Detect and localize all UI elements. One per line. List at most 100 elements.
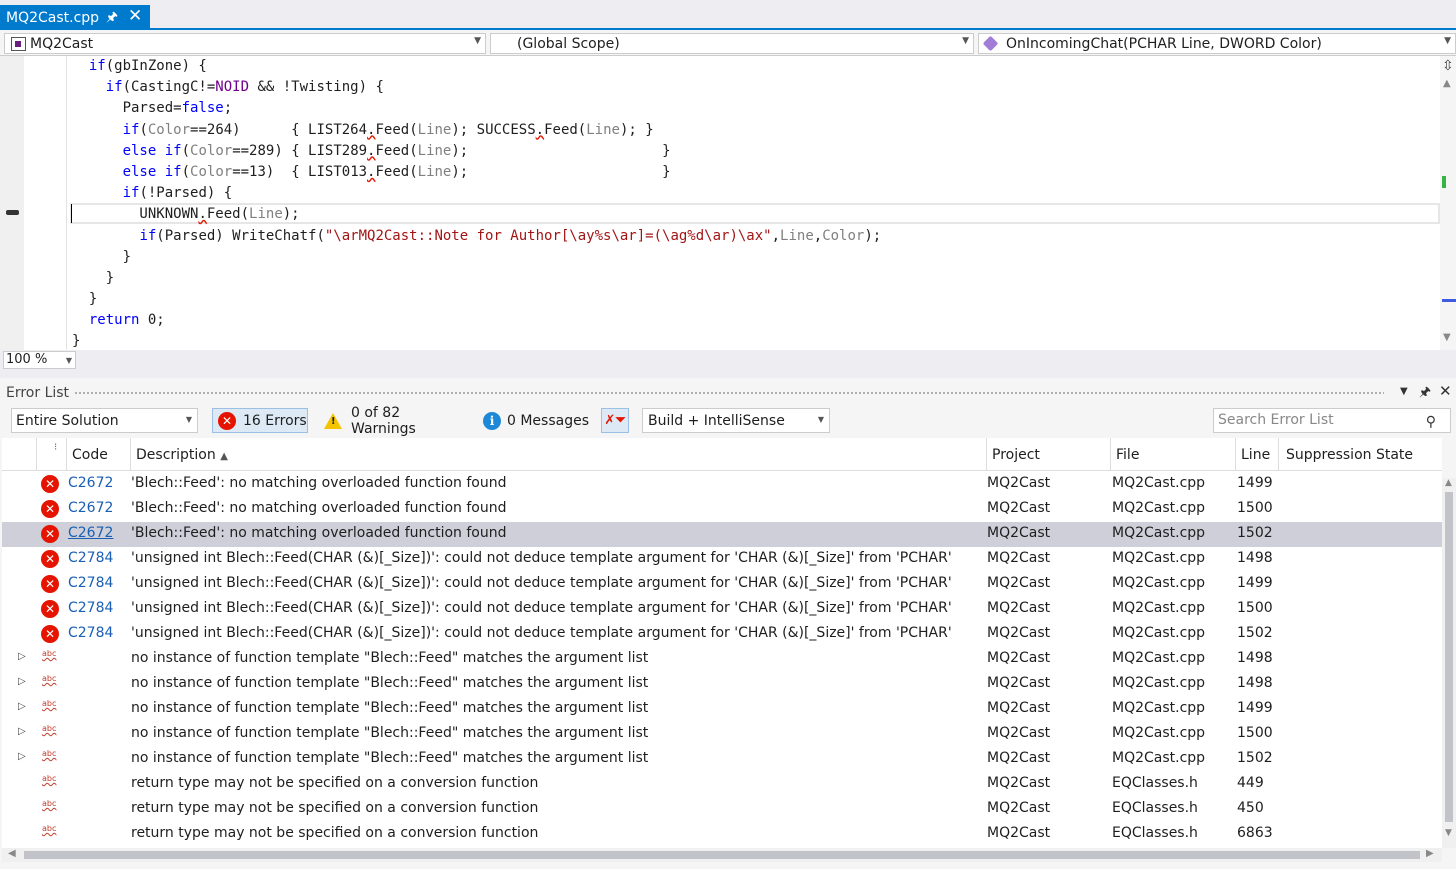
code-token: . — [535, 121, 545, 138]
build-filter-dropdown[interactable]: Build + IntelliSense ▼ — [642, 408, 830, 433]
error-description: return type may not be specified on a co… — [131, 825, 539, 841]
error-code-link[interactable]: C2784 — [68, 550, 113, 566]
column-chooser-icon[interactable]: ⁝ — [54, 442, 57, 453]
code-text[interactable]: if(gbInZone) { if (CastingC!=NOID && !Twi… — [72, 56, 881, 353]
table-row[interactable]: ✕ C2784 'unsigned int Blech::Feed(CHAR (&)… — [2, 547, 1442, 572]
table-row[interactable]: abc return type may not be specified on a… — [2, 772, 1442, 797]
code-line: if(gbInZone) { — [72, 56, 881, 77]
error-project: MQ2Cast — [987, 525, 1051, 541]
scope-dropdown[interactable]: (Global Scope) ▼ — [490, 33, 974, 54]
code-token: ; — [223, 100, 233, 117]
member-dropdown[interactable]: OnIncomingChat(PCHAR Line, DWORD Color) … — [978, 33, 1456, 54]
expand-icon[interactable]: ▷ — [18, 651, 26, 662]
error-code-link[interactable]: C2784 — [68, 600, 113, 616]
expand-icon[interactable]: ▷ — [18, 751, 26, 762]
code-token: NOID — [215, 79, 250, 96]
code-editor[interactable]: if(gbInZone) { if (CastingC!=NOID && !Twi… — [0, 56, 1456, 350]
expand-icon[interactable]: ▷ — [18, 726, 26, 737]
fold-guide — [66, 56, 67, 350]
error-code-link[interactable]: C2672 — [68, 500, 113, 516]
column-header-description[interactable]: Description ▲ — [136, 447, 228, 463]
error-project: MQ2Cast — [987, 650, 1051, 666]
code-token: (CastingC!= — [122, 79, 216, 96]
code-token: Line — [417, 121, 452, 138]
error-description: no instance of function template "Blech:… — [131, 675, 649, 691]
column-separator — [1110, 438, 1111, 471]
expand-icon[interactable]: ▷ — [18, 676, 26, 687]
pin-icon[interactable]: 🖈 — [1419, 383, 1431, 405]
expand-icon[interactable]: ▷ — [18, 701, 26, 712]
chevron-down-icon: ▼ — [962, 36, 969, 46]
messages-filter-button[interactable]: i 0 Messages — [475, 408, 592, 433]
table-row[interactable]: ▷ abc no instance of function template "Bl… — [2, 747, 1442, 772]
code-line: } — [72, 289, 881, 310]
error-code-link[interactable]: C2784 — [68, 575, 113, 591]
table-row[interactable]: ✕ C2784 'unsigned int Blech::Feed(CHAR (&)… — [2, 597, 1442, 622]
scroll-left-icon[interactable]: ◀ — [8, 848, 16, 859]
error-code-link[interactable]: C2672 — [68, 475, 113, 491]
code-token: (!Parsed) { — [139, 185, 233, 202]
code-token: if — [88, 58, 106, 74]
scope-filter-dropdown[interactable]: Entire Solution ▼ — [11, 408, 198, 433]
zoom-dropdown[interactable]: 100 % ▼ — [3, 351, 76, 369]
scroll-up-icon[interactable]: ▲ — [1443, 78, 1451, 89]
tab-mq2cast-cpp[interactable]: MQ2Cast.cpp 🖈 ✕ — [0, 5, 150, 30]
grid-vertical-scrollbar[interactable]: ▲ ▼ — [1442, 478, 1456, 848]
table-row[interactable]: ▷ abc no instance of function template "Bl… — [2, 647, 1442, 672]
project-dropdown[interactable]: MQ2Cast ▼ — [4, 33, 486, 54]
errors-filter-button[interactable]: ✕ 16 Errors — [212, 408, 308, 433]
code-token: "\arMQ2Cast::Note for Author[\ay%s\ar]=(… — [324, 227, 772, 244]
column-header-file[interactable]: File — [1116, 447, 1139, 463]
caret-position-marker — [1442, 299, 1456, 302]
error-project: MQ2Cast — [987, 625, 1051, 641]
error-description: no instance of function template "Blech:… — [131, 650, 649, 666]
code-token: && !Twisting) { — [249, 79, 384, 96]
scroll-thumb[interactable] — [1445, 492, 1453, 822]
error-code-link[interactable]: C2784 — [68, 625, 113, 641]
scroll-down-icon[interactable]: ▼ — [1443, 332, 1451, 343]
table-row[interactable]: ✕ C2784 'unsigned int Blech::Feed(CHAR (&)… — [2, 572, 1442, 597]
error-code-link[interactable]: C2672 — [68, 525, 113, 541]
editor-vertical-scrollbar[interactable]: ⇳ ▲ ▼ — [1440, 56, 1456, 350]
clear-filter-button[interactable]: ✗⏷ — [601, 408, 629, 433]
column-separator — [1235, 438, 1236, 471]
grid-horizontal-scrollbar[interactable]: ◀ ▶ — [2, 848, 1442, 862]
table-row[interactable]: ✕ C2672 'Blech::Feed': no matching overloa… — [2, 522, 1442, 547]
code-token: ==289) { LIST289 — [232, 142, 368, 159]
tab-title: MQ2Cast.cpp — [6, 9, 100, 26]
document-tab-strip: MQ2Cast.cpp 🖈 ✕ — [0, 0, 1456, 30]
split-window-icon[interactable]: ⇳ — [1442, 58, 1454, 74]
table-row[interactable]: abc return type may not be specified on a… — [2, 822, 1442, 847]
column-header-code[interactable]: Code — [72, 447, 108, 463]
error-list-toolbar: Entire Solution ▼ ✕ 16 Errors 0 of 82 Wa… — [0, 405, 1456, 438]
table-row[interactable]: ▷ abc no instance of function template "Bl… — [2, 722, 1442, 747]
intellisense-squiggle-icon: abc — [42, 799, 57, 808]
search-icon[interactable]: ⚲ — [1426, 411, 1436, 434]
scroll-thumb[interactable] — [24, 851, 1420, 859]
table-row[interactable]: ✕ C2784 'unsigned int Blech::Feed(CHAR (&)… — [2, 622, 1442, 647]
scroll-right-icon[interactable]: ▶ — [1426, 848, 1434, 859]
column-header-suppression-state[interactable]: Suppression State — [1286, 447, 1413, 463]
close-icon[interactable]: ✕ — [1439, 382, 1452, 400]
scroll-down-icon[interactable]: ▼ — [1445, 828, 1452, 838]
table-row[interactable]: abc return type may not be specified on a… — [2, 797, 1442, 822]
table-row[interactable]: ✕ C2672 'Blech::Feed': no matching overloa… — [2, 497, 1442, 522]
error-description: 'unsigned int Blech::Feed(CHAR (&)[_Size… — [131, 625, 952, 641]
error-file: MQ2Cast.cpp — [1112, 550, 1206, 566]
table-row[interactable]: ▷ abc no instance of function template "Bl… — [2, 672, 1442, 697]
warnings-filter-button[interactable]: 0 of 82 Warnings — [314, 405, 467, 437]
column-header-project[interactable]: Project — [992, 447, 1040, 463]
table-row[interactable]: ✕ C2672 'Blech::Feed': no matching overloa… — [2, 472, 1442, 497]
close-icon[interactable]: ✕ — [128, 6, 142, 26]
panel-drag-grip[interactable] — [74, 391, 1384, 396]
error-grid[interactable]: ⁝ Code Description ▲ Project File Line S… — [2, 438, 1442, 848]
column-header-line[interactable]: Line — [1241, 447, 1270, 463]
code-line: else if(Color==289) { LIST289.Feed(Line)… — [72, 141, 881, 162]
window-position-dropdown-icon[interactable]: ▼ — [1400, 386, 1408, 397]
search-input[interactable]: Search Error List ⚲ — [1213, 408, 1451, 433]
error-description: return type may not be specified on a co… — [131, 800, 539, 816]
pin-icon[interactable]: 🖈 — [106, 8, 118, 30]
error-line: 450 — [1237, 800, 1264, 816]
table-row[interactable]: ▷ abc no instance of function template "Bl… — [2, 697, 1442, 722]
scroll-up-icon[interactable]: ▲ — [1445, 478, 1452, 488]
